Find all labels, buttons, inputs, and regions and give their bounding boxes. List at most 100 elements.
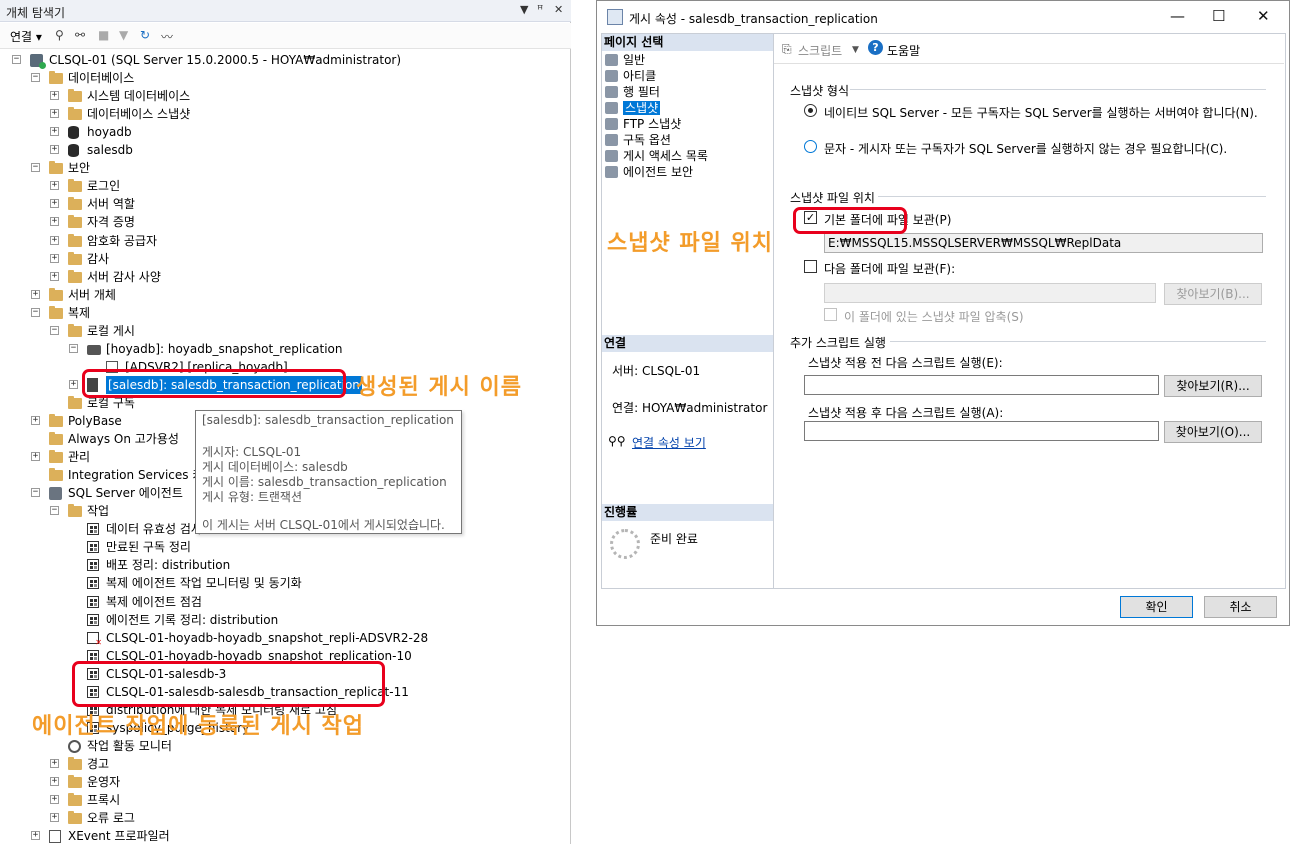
tree-node[interactable]: + 서버 역할 bbox=[0, 195, 571, 213]
cancel-button[interactable]: 취소 bbox=[1204, 596, 1277, 618]
expand-icon[interactable]: + bbox=[50, 253, 59, 263]
after-script-input[interactable] bbox=[804, 421, 1159, 441]
expand-icon[interactable]: + bbox=[50, 777, 59, 786]
expand-icon[interactable]: + bbox=[50, 199, 59, 209]
agent-icon bbox=[49, 487, 62, 501]
filter-icon[interactable]: ▼ bbox=[119, 28, 128, 42]
expand-icon[interactable]: + bbox=[50, 271, 59, 281]
panel-menu-icon[interactable]: ▼ bbox=[520, 3, 528, 16]
activity-monitor-icon[interactable]: 〰 bbox=[161, 28, 173, 45]
help-button[interactable]: 도움말 bbox=[887, 42, 920, 59]
minimize-button[interactable]: — bbox=[1170, 7, 1185, 25]
script-dropdown-icon[interactable]: ▼ bbox=[852, 45, 859, 55]
expand-icon[interactable]: + bbox=[69, 379, 78, 389]
page-icon bbox=[605, 70, 618, 82]
browse-b-button[interactable]: 찾아보기(B)... bbox=[1164, 283, 1262, 305]
other-folder-checkbox[interactable] bbox=[804, 260, 817, 273]
script-icon[interactable]: ⎘ bbox=[782, 42, 792, 57]
tree-node[interactable]: 만료된 구독 정리 bbox=[0, 538, 571, 556]
tree-node[interactable]: + 자격 증명 bbox=[0, 213, 571, 231]
expand-icon[interactable]: + bbox=[31, 289, 40, 299]
tree-node[interactable]: + 암호화 공급자 bbox=[0, 232, 571, 250]
tree-node[interactable]: + 프록시 bbox=[0, 791, 571, 809]
tree-node[interactable]: + 오류 로그 bbox=[0, 809, 571, 827]
close-panel-icon[interactable]: ✕ bbox=[554, 3, 563, 16]
pin-icon[interactable]: ꟸ bbox=[537, 3, 543, 16]
expand-icon[interactable]: + bbox=[31, 416, 40, 425]
collapse-icon[interactable]: − bbox=[50, 506, 59, 516]
tree-node[interactable]: − CLSQL-01 (SQL Server 15.0.2000.5 - HOYA… bbox=[0, 51, 571, 69]
expand-icon[interactable]: + bbox=[31, 831, 40, 841]
tree-node[interactable]: + 경고 bbox=[0, 755, 571, 773]
tree-node[interactable]: + 데이터베이스 스냅샷 bbox=[0, 105, 571, 123]
expand-icon[interactable]: + bbox=[31, 452, 40, 462]
close-button[interactable]: ✕ bbox=[1257, 7, 1270, 25]
tree-node[interactable]: 복제 에이전트 점검 bbox=[0, 593, 571, 611]
other-folder-input[interactable] bbox=[824, 283, 1156, 303]
nav-item-subscription-options[interactable]: 구독 옵션 bbox=[605, 132, 671, 148]
tree-node[interactable]: + 시스템 데이터베이스 bbox=[0, 87, 571, 105]
disconnect-icon[interactable]: ⚯ bbox=[75, 28, 85, 42]
collapse-icon[interactable]: − bbox=[31, 488, 40, 498]
collapse-icon[interactable]: − bbox=[31, 307, 40, 317]
collapse-icon[interactable]: − bbox=[69, 343, 78, 353]
collapse-icon[interactable]: − bbox=[50, 325, 59, 335]
collapse-icon[interactable]: − bbox=[31, 73, 40, 83]
expand-icon[interactable]: + bbox=[50, 181, 59, 191]
nav-item-snapshot[interactable]: 스냅샷 bbox=[605, 100, 661, 116]
tree-node[interactable]: + 운영자 bbox=[0, 773, 571, 791]
refresh-icon[interactable]: ↻ bbox=[140, 28, 150, 42]
expand-icon[interactable]: + bbox=[50, 109, 59, 119]
expand-icon[interactable]: + bbox=[50, 235, 59, 245]
tree-node[interactable]: − 로컬 게시 bbox=[0, 322, 571, 340]
browse-o-button[interactable]: 찾아보기(O)... bbox=[1164, 421, 1262, 443]
tree-node[interactable]: 배포 정리: distribution bbox=[0, 556, 571, 574]
tree-node[interactable]: + XEvent 프로파일러 bbox=[0, 827, 571, 844]
nav-item-articles[interactable]: 아티클 bbox=[605, 68, 656, 84]
nav-item-publication-access-list[interactable]: 게시 액세스 목록 bbox=[605, 148, 708, 164]
tree-node[interactable]: − 복제 bbox=[0, 304, 571, 322]
character-format-radio[interactable] bbox=[804, 140, 817, 153]
expand-icon[interactable]: + bbox=[50, 127, 59, 137]
collapse-icon[interactable]: − bbox=[12, 55, 21, 64]
before-script-input[interactable] bbox=[804, 375, 1159, 395]
dialog-app-icon bbox=[607, 9, 623, 25]
tree-node[interactable]: + 로그인 bbox=[0, 177, 571, 195]
connect-plug-icon[interactable]: ⚲ bbox=[55, 28, 64, 42]
compress-checkbox[interactable] bbox=[824, 308, 837, 321]
tree-node[interactable]: + 서버 감사 사양 bbox=[0, 268, 571, 286]
help-icon[interactable]: ? bbox=[868, 40, 883, 55]
view-connection-properties-link[interactable]: 연결 속성 보기 bbox=[632, 434, 706, 451]
expand-icon[interactable]: + bbox=[50, 91, 59, 101]
script-button[interactable]: 스크립트 bbox=[798, 42, 842, 59]
tree-node[interactable]: CLSQL-01-hoyadb-hoyadb_snapshot_repli-AD… bbox=[0, 629, 571, 647]
nav-item-ftp-snapshot[interactable]: FTP 스냅샷 bbox=[605, 116, 681, 132]
tree-node[interactable]: − 데이터베이스 bbox=[0, 69, 571, 87]
nav-item-label: 게시 액세스 목록 bbox=[623, 149, 708, 163]
native-format-radio[interactable] bbox=[804, 104, 817, 117]
tree-node[interactable]: 에이전트 기록 정리: distribution bbox=[0, 611, 571, 629]
expand-icon[interactable]: + bbox=[50, 758, 59, 768]
other-folder-label: 다음 폴더에 파일 보관(F): bbox=[824, 262, 956, 276]
nav-item-row-filter[interactable]: 행 필터 bbox=[605, 84, 660, 100]
stop-icon[interactable]: ■ bbox=[98, 28, 109, 42]
tree-node[interactable]: + 감사 bbox=[0, 250, 571, 268]
tree-node[interactable]: + salesdb bbox=[0, 141, 571, 159]
tree-node[interactable]: 복제 에이전트 작업 모니터링 및 동기화 bbox=[0, 574, 571, 592]
connect-button[interactable]: 연결 ▾ bbox=[10, 28, 42, 45]
annotation-snapshot-location: 스냅샷 파일 위치 bbox=[607, 231, 773, 256]
tree-node[interactable]: + 서버 개체 bbox=[0, 286, 571, 304]
tree-node[interactable]: − 보안 bbox=[0, 159, 571, 177]
maximize-button[interactable]: ☐ bbox=[1212, 7, 1225, 25]
expand-icon[interactable]: + bbox=[50, 813, 59, 823]
expand-icon[interactable]: + bbox=[50, 217, 59, 227]
tree-node[interactable]: + hoyadb bbox=[0, 123, 571, 141]
tree-node[interactable]: − [hoyadb]: hoyadb_snapshot_replication bbox=[0, 340, 571, 358]
nav-item-agent-security[interactable]: 에이전트 보안 bbox=[605, 164, 693, 180]
nav-item-general[interactable]: 일반 bbox=[605, 52, 645, 68]
browse-r-button[interactable]: 찾아보기(R)... bbox=[1164, 375, 1262, 397]
collapse-icon[interactable]: − bbox=[31, 163, 40, 173]
ok-button[interactable]: 확인 bbox=[1120, 596, 1193, 618]
expand-icon[interactable]: + bbox=[50, 145, 59, 155]
expand-icon[interactable]: + bbox=[50, 795, 59, 805]
